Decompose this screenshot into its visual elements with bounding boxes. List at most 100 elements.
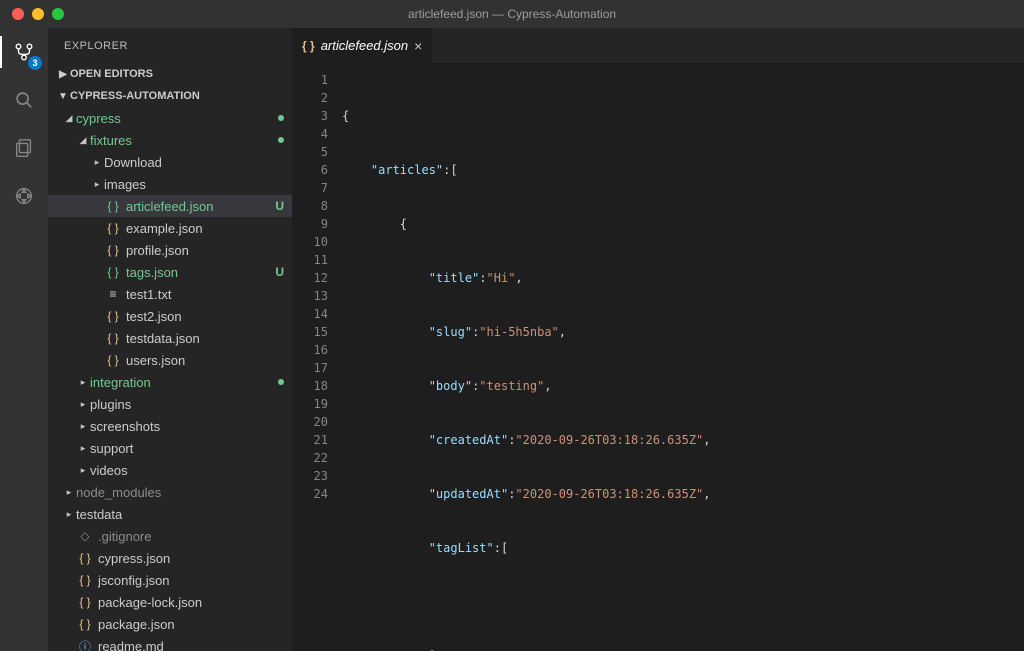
line-number: 12 bbox=[292, 269, 328, 287]
line-number: 8 bbox=[292, 197, 328, 215]
folder-fixtures[interactable]: ◢ fixtures bbox=[48, 129, 292, 151]
line-number: 23 bbox=[292, 467, 328, 485]
chevron-right-icon: ▸ bbox=[62, 487, 76, 498]
file-example[interactable]: ▸ { } example.json bbox=[48, 217, 292, 239]
file-readme[interactable]: ▸ ⓘ readme.md bbox=[48, 635, 292, 651]
folder-download[interactable]: ▸ Download bbox=[48, 151, 292, 173]
line-number: 10 bbox=[292, 233, 328, 251]
folder-node-modules[interactable]: ▸ node_modules bbox=[48, 481, 292, 503]
json-file-icon: { } bbox=[76, 551, 94, 565]
json-file-icon: { } bbox=[104, 221, 122, 235]
line-number: 20 bbox=[292, 413, 328, 431]
label: articlefeed.json bbox=[126, 199, 275, 214]
file-gitignore[interactable]: ▸ ◇ .gitignore bbox=[48, 525, 292, 547]
label: jsconfig.json bbox=[98, 573, 284, 588]
folder-images[interactable]: ▸ images bbox=[48, 173, 292, 195]
traffic-lights bbox=[0, 8, 64, 20]
file-users[interactable]: ▸ { } users.json bbox=[48, 349, 292, 371]
label: support bbox=[90, 441, 284, 456]
folder-videos[interactable]: ▸ videos bbox=[48, 459, 292, 481]
json-file-icon: { } bbox=[76, 573, 94, 587]
file-test1[interactable]: ▸ ≡ test1.txt bbox=[48, 283, 292, 305]
folder-testdata[interactable]: ▸ testdata bbox=[48, 503, 292, 525]
close-icon[interactable]: × bbox=[414, 39, 422, 53]
line-number: 22 bbox=[292, 449, 328, 467]
tab-articlefeed[interactable]: { } articlefeed.json × bbox=[292, 28, 433, 63]
file-tags[interactable]: ▸ { } tags.json U bbox=[48, 261, 292, 283]
file-package[interactable]: ▸ { } package.json bbox=[48, 613, 292, 635]
chevron-right-icon: ▶ bbox=[56, 69, 70, 80]
json-file-icon: { } bbox=[104, 265, 122, 279]
tab-label: articlefeed.json bbox=[321, 38, 408, 53]
git-modified-dot-icon bbox=[278, 379, 284, 385]
explorer-icon[interactable] bbox=[8, 132, 40, 164]
folder-cypress[interactable]: ◢ cypress bbox=[48, 107, 292, 129]
source-control-badge: 3 bbox=[28, 56, 42, 70]
chevron-right-icon: ▸ bbox=[76, 465, 90, 476]
git-modified-dot-icon bbox=[278, 115, 284, 121]
window-maximize-button[interactable] bbox=[52, 8, 64, 20]
label: package.json bbox=[98, 617, 284, 632]
line-number: 19 bbox=[292, 395, 328, 413]
label: test1.txt bbox=[126, 287, 284, 302]
section-label: OPEN EDITORS bbox=[70, 68, 153, 80]
chevron-right-icon: ▸ bbox=[76, 443, 90, 454]
label: cypress.json bbox=[98, 551, 284, 566]
file-cypress-json[interactable]: ▸ { } cypress.json bbox=[48, 547, 292, 569]
label: .gitignore bbox=[98, 529, 284, 544]
json-file-icon: { } bbox=[302, 39, 315, 53]
info-file-icon: ⓘ bbox=[76, 638, 94, 651]
folder-screenshots[interactable]: ▸ screenshots bbox=[48, 415, 292, 437]
window-title: articlefeed.json — Cypress-Automation bbox=[0, 7, 1024, 21]
open-editors-header[interactable]: ▶ OPEN EDITORS bbox=[48, 63, 292, 85]
line-number: 15 bbox=[292, 323, 328, 341]
sidebar-title: EXPLORER bbox=[48, 28, 292, 63]
label: profile.json bbox=[126, 243, 284, 258]
label: package-lock.json bbox=[98, 595, 284, 610]
label: example.json bbox=[126, 221, 284, 236]
label: tags.json bbox=[126, 265, 275, 280]
git-status-badge: U bbox=[275, 265, 284, 279]
label: testdata bbox=[76, 507, 284, 522]
chevron-down-icon: ◢ bbox=[76, 135, 90, 146]
chevron-down-icon: ◢ bbox=[62, 113, 76, 124]
file-test2[interactable]: ▸ { } test2.json bbox=[48, 305, 292, 327]
line-number: 5 bbox=[292, 143, 328, 161]
extensions-icon[interactable] bbox=[8, 180, 40, 212]
line-number: 7 bbox=[292, 179, 328, 197]
file-package-lock[interactable]: ▸ { } package-lock.json bbox=[48, 591, 292, 613]
activity-bar: 3 bbox=[0, 28, 48, 651]
label: node_modules bbox=[76, 485, 284, 500]
label: plugins bbox=[90, 397, 284, 412]
line-number: 2 bbox=[292, 89, 328, 107]
label: cypress bbox=[76, 111, 278, 126]
project-header[interactable]: ▼ CYPRESS-AUTOMATION bbox=[48, 85, 292, 107]
line-number: 17 bbox=[292, 359, 328, 377]
file-tree[interactable]: ◢ cypress ◢ fixtures ▸ Download ▸ images… bbox=[48, 107, 292, 651]
json-file-icon: { } bbox=[104, 309, 122, 323]
search-icon[interactable] bbox=[8, 84, 40, 116]
folder-integration[interactable]: ▸ integration bbox=[48, 371, 292, 393]
text-file-icon: ≡ bbox=[104, 287, 122, 301]
file-articlefeed[interactable]: ▸ { } articlefeed.json U bbox=[48, 195, 292, 217]
chevron-right-icon: ▸ bbox=[76, 377, 90, 388]
label: readme.md bbox=[98, 639, 284, 651]
source-control-icon[interactable]: 3 bbox=[8, 36, 40, 68]
editor-area: { } articlefeed.json × 12345678910111213… bbox=[292, 28, 1024, 651]
code-content[interactable]: { "articles":[ { "title":"Hi", "slug":"h… bbox=[342, 63, 1024, 651]
title-bar: articlefeed.json — Cypress-Automation bbox=[0, 0, 1024, 28]
window-minimize-button[interactable] bbox=[32, 8, 44, 20]
folder-plugins[interactable]: ▸ plugins bbox=[48, 393, 292, 415]
editor-tabs: { } articlefeed.json × bbox=[292, 28, 1024, 63]
line-number: 24 bbox=[292, 485, 328, 503]
editor-body[interactable]: 123456789101112131415161718192021222324 … bbox=[292, 63, 1024, 651]
file-testdata[interactable]: ▸ { } testdata.json bbox=[48, 327, 292, 349]
file-jsconfig[interactable]: ▸ { } jsconfig.json bbox=[48, 569, 292, 591]
folder-support[interactable]: ▸ support bbox=[48, 437, 292, 459]
label: testdata.json bbox=[126, 331, 284, 346]
file-profile[interactable]: ▸ { } profile.json bbox=[48, 239, 292, 261]
line-number: 18 bbox=[292, 377, 328, 395]
line-number: 3 bbox=[292, 107, 328, 125]
line-number: 21 bbox=[292, 431, 328, 449]
window-close-button[interactable] bbox=[12, 8, 24, 20]
